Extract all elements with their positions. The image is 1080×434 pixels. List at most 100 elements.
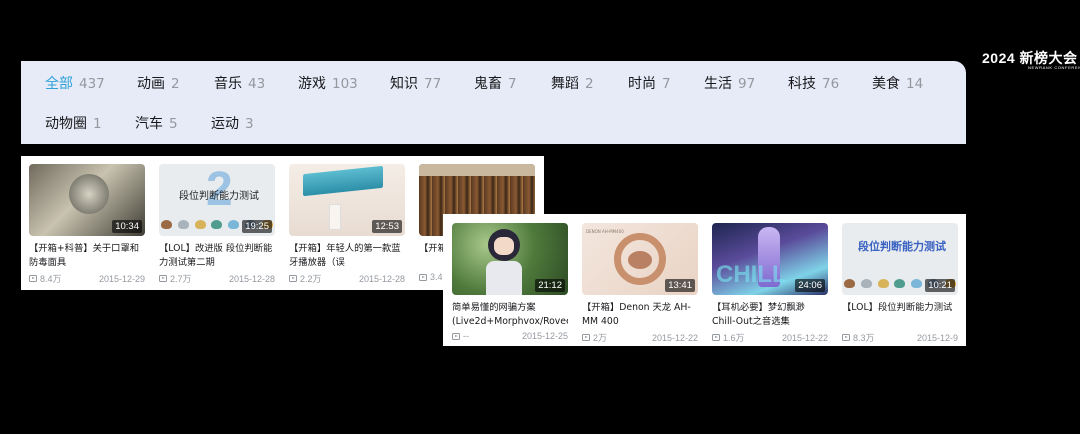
- tab-label: 动物圈: [45, 116, 87, 132]
- play-count: 3.4: [430, 272, 443, 282]
- video-grid-front: 21:12 简单易懂的网骗方案(Live2d+Morphvox/Rovee) -…: [443, 214, 966, 346]
- tab-label: 时尚: [628, 76, 656, 92]
- tab-count: 1: [93, 116, 102, 132]
- thumb-caption: DENON AH-MM400: [586, 229, 624, 234]
- tab-count: 14: [906, 76, 924, 92]
- thumb-caption: 段位判断能力测试: [858, 240, 946, 253]
- tab-dance[interactable]: 舞蹈 2: [551, 73, 594, 93]
- logo-subtitle: NEWRANK CONFERENCE: [1028, 65, 1080, 70]
- upload-date: 2015-12-25: [521, 331, 568, 341]
- tab-kichiku[interactable]: 鬼畜 7: [474, 73, 517, 93]
- tab-label: 动画: [137, 76, 165, 92]
- tab-count: 437: [79, 76, 105, 92]
- tab-fashion[interactable]: 时尚 7: [628, 73, 671, 93]
- anime-body: [486, 261, 522, 295]
- video-duration: 10:21: [925, 279, 955, 292]
- play-count: 2.2万: [300, 274, 322, 284]
- anime-face: [494, 237, 514, 255]
- video-duration: 12:53: [372, 220, 402, 233]
- thumb-caption: 段位判断能力测试: [179, 191, 259, 202]
- play-count: 2万: [593, 333, 608, 343]
- play-count-icon: [419, 273, 427, 281]
- tab-music[interactable]: 音乐 43: [214, 73, 265, 93]
- tab-knowledge[interactable]: 知识 77: [390, 73, 441, 93]
- tab-all[interactable]: 全部 437: [45, 73, 105, 93]
- tab-count: 5: [169, 116, 178, 132]
- tab-label: 知识: [390, 76, 418, 92]
- video-thumbnail[interactable]: 10:34: [29, 164, 145, 236]
- tab-label: 舞蹈: [551, 76, 579, 92]
- tab-food[interactable]: 美食 14: [872, 73, 923, 93]
- tab-count: 103: [332, 76, 358, 92]
- tab-count: 3: [245, 116, 254, 132]
- video-card[interactable]: 12:53 【开箱】年轻人的第一款蓝牙播放器（误 2.2万 2015-12-28: [289, 164, 405, 285]
- video-thumbnail[interactable]: 21:12: [452, 223, 568, 295]
- video-duration: 10:34: [112, 220, 142, 233]
- video-thumbnail[interactable]: 段位判断能力测试 10:21: [842, 223, 958, 295]
- video-title[interactable]: 【开箱】年轻人的第一款蓝牙播放器（误: [289, 242, 405, 269]
- video-duration: 24:06: [795, 279, 825, 292]
- video-title[interactable]: 简单易懂的网骗方案(Live2d+Morphvox/Rovee): [452, 301, 568, 328]
- video-title[interactable]: 【耳机必要】梦幻飘渺Chill-Out之音选集: [712, 301, 828, 328]
- tab-label: 音乐: [214, 76, 242, 92]
- tab-animals[interactable]: 动物圈 1: [45, 113, 102, 133]
- video-title[interactable]: 【开箱】Denon 天龙 AH-MM 400: [582, 301, 698, 328]
- tab-label: 生活: [704, 76, 732, 92]
- play-count-icon: [582, 334, 590, 341]
- tab-games[interactable]: 游戏 103: [298, 73, 358, 93]
- video-card[interactable]: CHILL 24:06 【耳机必要】梦幻飘渺Chill-Out之音选集 1.6万…: [712, 223, 828, 344]
- tab-tech[interactable]: 科技 76: [788, 73, 839, 93]
- tab-label: 鬼畜: [474, 76, 502, 92]
- tab-count: 76: [822, 76, 840, 92]
- tab-label: 汽车: [135, 116, 163, 132]
- logo-title: 2024 新榜大会: [982, 50, 1078, 66]
- tab-label: 全部: [45, 76, 73, 92]
- video-card[interactable]: DENON AH-MM400 13:41 【开箱】Denon 天龙 AH-MM …: [582, 223, 698, 344]
- tab-count: 77: [424, 76, 442, 92]
- play-count: --: [463, 331, 469, 341]
- play-count-icon: [712, 334, 720, 341]
- video-duration: 13:41: [665, 279, 695, 292]
- video-thumbnail[interactable]: DENON AH-MM400 13:41: [582, 223, 698, 295]
- video-title[interactable]: 【开箱+科普】关于口罩和防毒面具: [29, 242, 145, 269]
- upload-date: 2015-12-9: [916, 332, 958, 343]
- tab-count: 2: [585, 76, 594, 92]
- speaker-image: [303, 165, 383, 197]
- upload-date: 2015-12-28: [358, 273, 405, 284]
- tab-cars[interactable]: 汽车 5: [135, 113, 178, 133]
- video-card[interactable]: 10:34 【开箱+科普】关于口罩和防毒面具 8.4万 2015-12-29: [29, 164, 145, 285]
- play-count-icon: [29, 275, 37, 282]
- tab-label: 科技: [788, 76, 816, 92]
- upload-date: 2015-12-22: [651, 332, 698, 343]
- play-count-icon: [842, 334, 850, 341]
- newrank-logo: 2024 新榜大会 NEWRANK CONFERENCE: [982, 50, 1080, 70]
- case-lid: [419, 164, 535, 176]
- play-count: 8.4万: [40, 274, 62, 284]
- upload-date: 2015-12-29: [98, 273, 145, 284]
- tab-count: 43: [248, 76, 266, 92]
- box-image: [329, 204, 341, 230]
- tab-count: 2: [171, 76, 180, 92]
- video-thumbnail[interactable]: CHILL 24:06: [712, 223, 828, 295]
- video-thumbnail[interactable]: 2 段位判断能力测试 19:25: [159, 164, 275, 236]
- video-thumbnail[interactable]: 12:53: [289, 164, 405, 236]
- upload-date: 2015-12-28: [228, 273, 275, 284]
- tab-sports[interactable]: 运动 3: [211, 113, 254, 133]
- play-count: 1.6万: [723, 333, 745, 343]
- video-title[interactable]: 【LOL】改进版 段位判断能力测试第二期: [159, 242, 275, 269]
- category-filter-panel: 全部 437 动画 2 音乐 43 游戏 103 知识 77 鬼畜 7 舞蹈 2 时尚 7 生活…: [21, 61, 966, 144]
- video-card[interactable]: 段位判断能力测试 10:21 【LOL】段位判断能力测试 8.3万 2015-1…: [842, 223, 958, 344]
- tab-life[interactable]: 生活 97: [704, 73, 755, 93]
- video-duration: 19:25: [242, 220, 272, 233]
- play-count-icon: [159, 275, 167, 282]
- play-count: 8.3万: [853, 333, 875, 343]
- tab-label: 美食: [872, 76, 900, 92]
- gas-mask-image: [69, 174, 109, 214]
- tab-animation[interactable]: 动画 2: [137, 73, 180, 93]
- tab-count: 7: [508, 76, 517, 92]
- video-duration: 21:12: [535, 279, 565, 292]
- video-card[interactable]: 21:12 简单易懂的网骗方案(Live2d+Morphvox/Rovee) -…: [452, 223, 568, 341]
- video-card[interactable]: 2 段位判断能力测试 19:25 【LOL】改进版 段位判断能力测试第二期 2.…: [159, 164, 275, 285]
- video-title[interactable]: 【LOL】段位判断能力测试: [842, 301, 958, 328]
- tab-count: 7: [662, 76, 671, 92]
